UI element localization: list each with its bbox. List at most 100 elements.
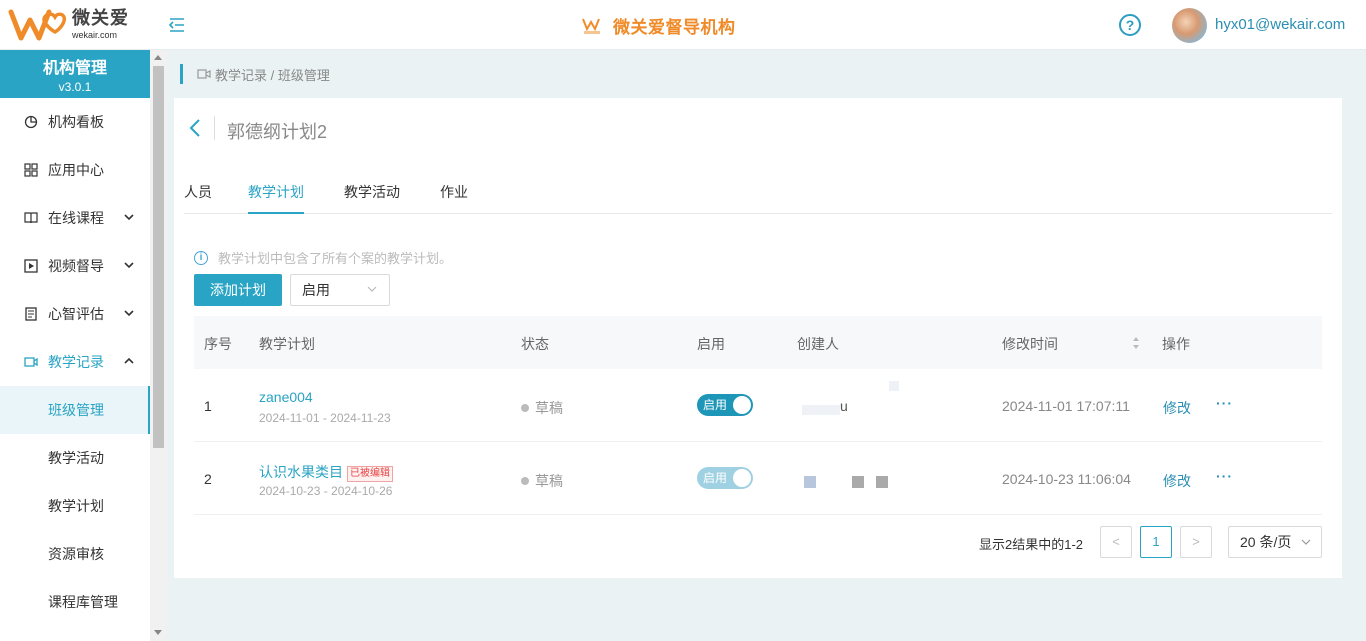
creator-redacted [876,476,888,488]
next-page-button[interactable]: > [1180,526,1212,558]
sidebar: 机构管理 v3.0.1 机构看板 应用中心 在线课程 视频督导 心智评估 教学记… [0,50,150,641]
sidebar-item-label: 心智评估 [48,306,104,322]
column-header: 教学计划 [259,336,315,352]
play-icon [24,259,38,273]
edit-link[interactable]: 修改 [1163,398,1191,418]
row-index: 1 [204,398,212,414]
modified-time: 2024-11-01 17:07:11 [1002,398,1130,414]
table-row: 1 zane004 2024-11-01 - 2024-11-23 草稿 启用 … [194,369,1322,442]
plan-name-link[interactable]: 认识水果类目 [259,464,343,480]
tab-homework[interactable]: 作业 [440,182,468,214]
column-header: 状态 [521,336,549,352]
scroll-thumb[interactable] [153,66,164,448]
creator-name: u [840,398,848,414]
sidebar-item-label: 教学记录 [48,354,104,370]
tab-members[interactable]: 人员 [184,182,212,214]
toggle-knob [733,396,751,414]
video-icon [197,69,211,79]
info-text: 教学计划中包含了所有个案的教学计划。 [218,251,453,266]
add-plan-button[interactable]: 添加计划 [194,274,282,306]
tab-teaching-activities[interactable]: 教学活动 [344,182,400,214]
status-badge: 草稿 [521,471,563,491]
edited-tag: 已被编辑 [347,466,393,482]
creator-redacted [852,476,864,488]
logo-text-cn: 微关爱 [72,7,129,28]
sidebar-item-teaching-records[interactable]: 教学记录 [0,338,150,386]
clipboard-icon [25,307,37,321]
logo-text-en: wekair.com [72,29,118,40]
toggle-label: 启用 [703,471,728,485]
sidebar-sub-resource-review[interactable]: 资源审核 [0,530,150,578]
sidebar-item-dashboard[interactable]: 机构看板 [0,98,150,146]
pagination-total: 显示2结果中的1-2 [979,537,1084,552]
sidebar-item-app-center[interactable]: 应用中心 [0,146,150,194]
tab-teaching-plan[interactable]: 教学计划 [248,182,304,214]
sidebar-sub-teaching-plans[interactable]: 教学计划 [0,482,150,530]
info-notice: i 教学计划中包含了所有个案的教学计划。 [194,248,452,267]
grid-icon [24,163,38,177]
sidebar-sub-teaching-activities[interactable]: 教学活动 [0,434,150,482]
scroll-down-arrow-icon[interactable] [154,630,162,635]
page-size-value: 20 条/页 [1240,534,1292,550]
row-index: 2 [204,471,212,487]
sidebar-item-assessment[interactable]: 心智评估 [0,290,150,338]
brand-mini-logo-icon [582,18,600,34]
title-divider [214,116,215,140]
status-dot [521,477,529,485]
plan-date-range: 2024-11-01 - 2024-11-23 [259,411,391,425]
page-size-select[interactable]: 20 条/页 [1228,526,1322,558]
sidebar-item-label: 机构看板 [48,114,104,130]
sidebar-item-video-supervision[interactable]: 视频督导 [0,242,150,290]
sidebar-sub-course-library[interactable]: 课程库管理 [0,578,150,626]
plan-date-range: 2024-10-23 - 2024-10-26 [259,484,393,498]
modified-time: 2024-10-23 11:06:04 [1002,471,1131,487]
status-badge: 草稿 [521,398,563,418]
status-text: 草稿 [535,473,563,489]
page-title: 郭德纲计划2 [227,122,328,142]
sidebar-item-online-courses[interactable]: 在线课程 [0,194,150,242]
table-row: 2 认识水果类目 已被编辑 2024-10-23 - 2024-10-26 草稿 … [194,442,1322,515]
toggle-label: 启用 [703,398,728,412]
status-filter-select[interactable]: 启用 [290,274,390,306]
sort-icon[interactable] [1132,336,1140,350]
book-icon [24,212,38,224]
chevron-down-icon [124,262,134,269]
scroll-up-arrow-icon[interactable] [154,55,162,60]
chevron-up-icon [124,357,134,364]
chevron-down-icon [124,310,134,317]
enable-toggle[interactable]: 启用 [697,394,753,416]
sidebar-title: 机构管理 [42,60,107,77]
sidebar-sub-class-management[interactable]: 班级管理 [0,386,150,434]
column-header: 启用 [697,336,725,352]
column-header: 序号 [204,336,232,352]
enable-toggle[interactable]: 启用 [697,467,753,489]
prev-page-button[interactable]: < [1100,526,1132,558]
column-header: 创建人 [797,336,839,352]
sidebar-item-label: 在线课程 [48,210,104,226]
pie-chart-icon [24,115,38,129]
table-header: 序号 教学计划 状态 启用 创建人 修改时间 操作 [194,316,1322,369]
chevron-down-icon [124,214,134,221]
logo[interactable]: 微关爱 wekair.com [8,6,129,42]
chevron-down-icon [367,286,377,292]
creator-redacted [802,405,840,415]
page-1-button[interactable]: 1 [1140,526,1172,558]
user-email[interactable]: hyx01@wekair.com [1215,16,1345,33]
sidebar-scrollbar[interactable] [150,50,167,641]
back-arrow-icon[interactable] [188,118,202,138]
tab-bar: 人员 教学计划 教学活动 作业 [184,174,1332,214]
plan-name-link[interactable]: zane004 [259,389,313,405]
edit-link[interactable]: 修改 [1163,471,1191,491]
more-actions-icon[interactable]: ··· [1216,468,1233,484]
video-icon [24,357,38,367]
help-icon[interactable]: ? [1119,14,1141,36]
status-dot [521,404,529,412]
breadcrumb: 教学记录 / 班级管理 [180,64,330,84]
avatar[interactable] [1172,8,1207,43]
more-actions-icon[interactable]: ··· [1216,395,1233,411]
chevron-down-icon [1301,539,1311,545]
column-header: 操作 [1162,336,1190,352]
logo-mark-icon [8,9,66,41]
menu-collapse-icon[interactable] [168,17,186,33]
sidebar-header: 机构管理 v3.0.1 [0,50,150,98]
